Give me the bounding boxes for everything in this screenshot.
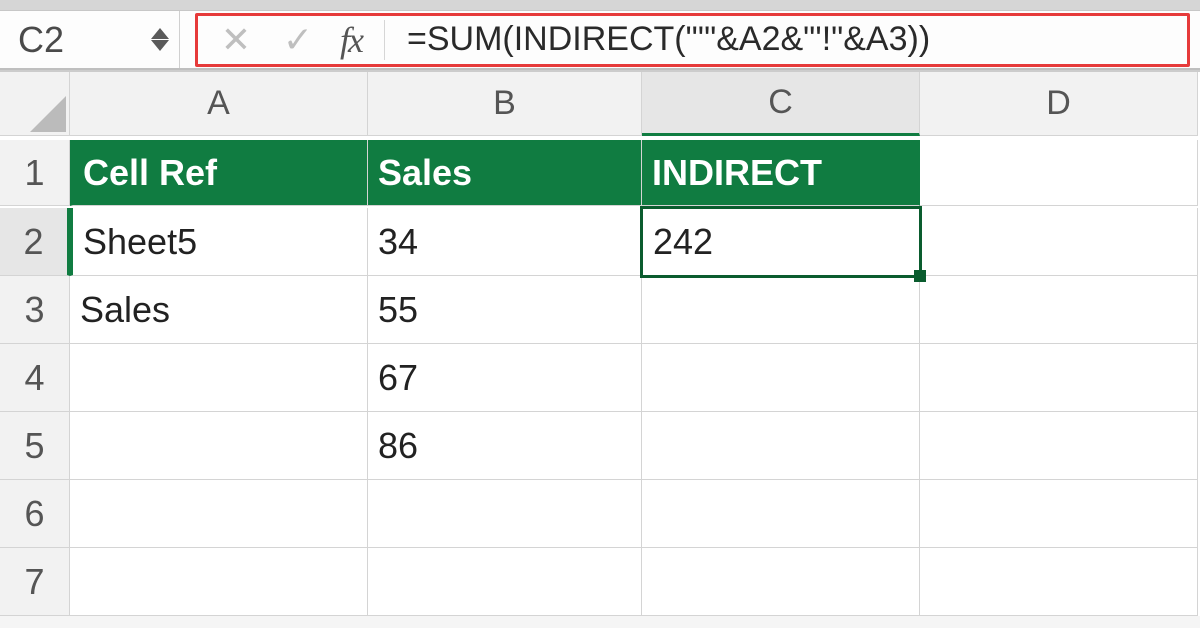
select-all-corner[interactable] <box>0 72 70 136</box>
cell-B4[interactable]: 67 <box>368 344 642 412</box>
cell-B1[interactable]: Sales <box>368 140 642 206</box>
col-header-C[interactable]: C <box>642 72 920 136</box>
cell-D3[interactable] <box>920 276 1198 344</box>
formula-input[interactable]: =SUM(INDIRECT("'"&A2&"'!"&A3)) <box>407 20 1181 59</box>
row-header-3[interactable]: 3 <box>0 276 70 344</box>
cell-D1[interactable] <box>920 140 1198 206</box>
row-header-7[interactable]: 7 <box>0 548 70 616</box>
cell-D5[interactable] <box>920 412 1198 480</box>
cell-D2[interactable] <box>920 208 1198 276</box>
spreadsheet-grid[interactable]: A B C D 1 Cell Ref Sales INDIRECT 2 Shee… <box>0 70 1200 616</box>
cell-B6[interactable] <box>368 480 642 548</box>
cell-C7[interactable] <box>642 548 920 616</box>
cell-D4[interactable] <box>920 344 1198 412</box>
cell-C3[interactable] <box>642 276 920 344</box>
cell-B2[interactable]: 34 <box>368 208 642 276</box>
row-header-2[interactable]: 2 <box>0 208 70 276</box>
cell-A6[interactable] <box>70 480 368 548</box>
cell-C2[interactable]: 242 <box>640 206 922 278</box>
formula-bar: C2 ✕ ✓ fx =SUM(INDIRECT("'"&A2&"'!"&A3)) <box>0 10 1200 70</box>
divider <box>384 20 385 60</box>
stepper-up-icon[interactable] <box>151 28 169 39</box>
cell-A2[interactable]: Sheet5 <box>70 208 368 276</box>
cancel-icon[interactable]: ✕ <box>216 22 256 58</box>
col-header-B[interactable]: B <box>368 72 642 136</box>
cell-B7[interactable] <box>368 548 642 616</box>
cell-D7[interactable] <box>920 548 1198 616</box>
window-chrome <box>0 0 1200 10</box>
fx-button[interactable]: fx <box>340 19 362 61</box>
row-header-5[interactable]: 5 <box>0 412 70 480</box>
col-header-A[interactable]: A <box>70 72 368 136</box>
cell-A3[interactable]: Sales <box>70 276 368 344</box>
row-header-1[interactable]: 1 <box>0 140 70 206</box>
row-header-6[interactable]: 6 <box>0 480 70 548</box>
cell-B5[interactable]: 86 <box>368 412 642 480</box>
cell-B3[interactable]: 55 <box>368 276 642 344</box>
cell-A1[interactable]: Cell Ref <box>70 140 368 206</box>
cell-D6[interactable] <box>920 480 1198 548</box>
stepper-down-icon[interactable] <box>151 40 169 51</box>
cell-C4[interactable] <box>642 344 920 412</box>
cell-A5[interactable] <box>70 412 368 480</box>
cell-A4[interactable] <box>70 344 368 412</box>
name-box-stepper[interactable] <box>151 28 169 51</box>
formula-bar-highlight: ✕ ✓ fx =SUM(INDIRECT("'"&A2&"'!"&A3)) <box>195 13 1190 67</box>
name-box[interactable]: C2 <box>0 11 180 68</box>
enter-icon[interactable]: ✓ <box>278 22 318 58</box>
cell-C5[interactable] <box>642 412 920 480</box>
col-header-D[interactable]: D <box>920 72 1198 136</box>
cell-C1[interactable]: INDIRECT <box>642 140 920 206</box>
cell-C6[interactable] <box>642 480 920 548</box>
name-box-value: C2 <box>18 19 64 61</box>
row-header-4[interactable]: 4 <box>0 344 70 412</box>
cell-A7[interactable] <box>70 548 368 616</box>
